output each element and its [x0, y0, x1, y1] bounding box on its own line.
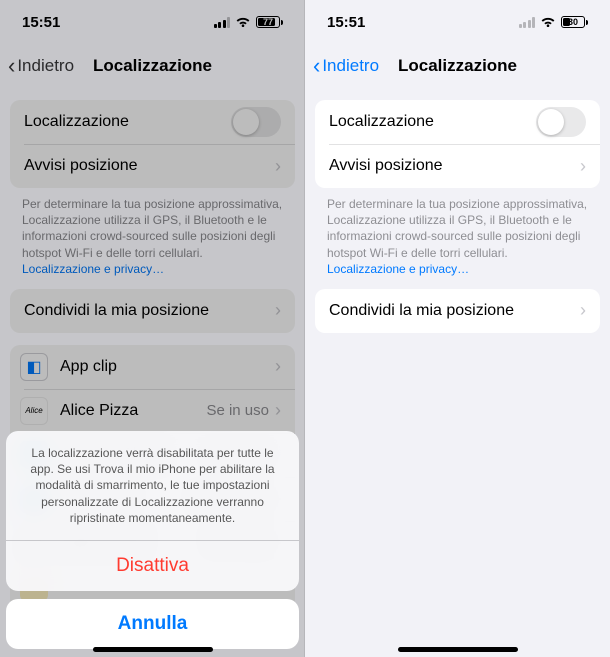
cancel-button[interactable]: Annulla	[6, 599, 299, 649]
row-share-location[interactable]: Condividi la mia posizione ›	[315, 289, 600, 333]
wifi-icon	[540, 14, 556, 30]
home-indicator[interactable]	[398, 647, 518, 652]
chevron-right-icon: ›	[580, 156, 586, 177]
home-indicator[interactable]	[93, 647, 213, 652]
sheet-message: La localizzazione verrà disabilitata per…	[6, 431, 299, 541]
status-bar: 15:51 30	[305, 0, 610, 44]
cellular-icon	[519, 16, 536, 28]
page-title: Localizzazione	[398, 56, 517, 76]
action-sheet: La localizzazione verrà disabilitata per…	[6, 431, 299, 649]
chevron-right-icon: ›	[580, 300, 586, 321]
phone-left: 15:51 77 ‹ Indietro Localizzazione Local…	[0, 0, 305, 657]
footer-note: Per determinare la tua posizione appross…	[305, 188, 610, 277]
row-location-alerts[interactable]: Avvisi posizione ›	[315, 144, 600, 188]
battery-icon: 30	[561, 16, 588, 28]
phone-right: 15:51 30 ‹ Indietro Localizzazione Local…	[305, 0, 610, 657]
privacy-link[interactable]: Localizzazione e privacy…	[327, 262, 469, 276]
status-time: 15:51	[327, 14, 365, 31]
back-label: Indietro	[322, 56, 379, 76]
chevron-left-icon: ‹	[313, 55, 320, 77]
disable-button[interactable]: Disattiva	[6, 541, 299, 591]
group-location: Localizzazione Avvisi posizione ›	[315, 100, 600, 188]
location-toggle[interactable]	[536, 107, 586, 137]
row-location-services[interactable]: Localizzazione	[315, 100, 600, 144]
group-share: Condividi la mia posizione ›	[315, 289, 600, 333]
back-button[interactable]: ‹ Indietro	[313, 55, 379, 77]
nav-bar: ‹ Indietro Localizzazione	[305, 44, 610, 88]
